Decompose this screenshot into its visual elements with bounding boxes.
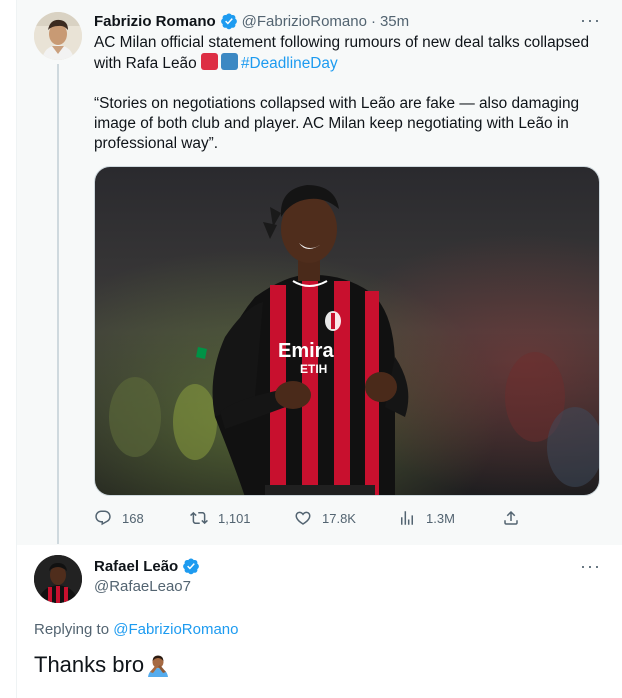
reply-author-name[interactable]: Rafael Leão (94, 558, 178, 575)
tweet-actions-bar: 168 1,101 17.8K 1.3M (94, 509, 600, 533)
hashtag-link[interactable]: #DeadlineDay (241, 55, 338, 72)
tweet-header: Fabrizio Romano @FabrizioRomano · 35m (94, 12, 409, 30)
heart-icon (295, 511, 311, 525)
tweet-quote: “Stories on negotiations collapsed with … (94, 95, 580, 152)
right-arrow-curving-down-emoji (220, 53, 238, 70)
reply-author-avatar[interactable] (34, 555, 82, 603)
tweet-thread: Fabrizio Romano @FabrizioRomano · 35m ··… (0, 0, 622, 698)
reply-author-handle[interactable]: @RafaeLeao7 (94, 578, 191, 595)
reply-button[interactable]: 168 (94, 509, 144, 527)
person-facepalming-emoji (146, 653, 170, 677)
author-avatar[interactable] (34, 12, 82, 60)
like-button[interactable]: 17.8K (294, 509, 356, 527)
reply-body: Thanks bro (34, 652, 170, 678)
tweet-paragraph-1: AC Milan official statement following ru… (94, 33, 604, 74)
shirt-sponsor-subtext: ETIH (300, 362, 327, 376)
author-name[interactable]: Fabrizio Romano (94, 13, 216, 30)
police-light-emoji (200, 53, 218, 70)
reply-text: Thanks bro (34, 652, 145, 677)
share-icon (504, 510, 518, 525)
tweet-media-image[interactable]: Emira ETIH (94, 166, 600, 496)
tweet-line-1: AC Milan official statement following ru… (94, 34, 590, 72)
shirt-sponsor-text: Emira (278, 340, 334, 362)
retweet-count: 1,101 (218, 510, 251, 526)
reply-icon (95, 510, 111, 526)
retweet-icon (190, 511, 208, 525)
views-button[interactable]: 1.3M (398, 509, 455, 527)
replying-prefix: Replying to (34, 621, 110, 638)
replying-to-line: Replying to @FabrizioRomano (34, 621, 239, 638)
author-handle[interactable]: @FabrizioRomano (242, 13, 367, 30)
reply-count: 168 (122, 510, 144, 526)
views-icon (401, 511, 413, 525)
retweet-button[interactable]: 1,101 (190, 509, 251, 527)
like-count: 17.8K (322, 510, 356, 526)
share-button[interactable] (502, 509, 530, 527)
verified-badge-icon (220, 12, 238, 30)
thread-connector-line (57, 64, 59, 544)
views-count: 1.3M (426, 510, 455, 526)
verified-badge-icon (182, 557, 200, 575)
tweet-timestamp[interactable]: 35m (380, 13, 409, 30)
more-options-icon[interactable]: ··· (580, 10, 601, 31)
reply-more-options-icon[interactable]: ··· (580, 556, 601, 577)
replying-to-link[interactable]: @FabrizioRomano (113, 621, 238, 638)
separator-dot: · (370, 12, 376, 30)
tweet-body: AC Milan official statement following ru… (94, 33, 604, 154)
reply-header: Rafael Leão (94, 557, 204, 575)
